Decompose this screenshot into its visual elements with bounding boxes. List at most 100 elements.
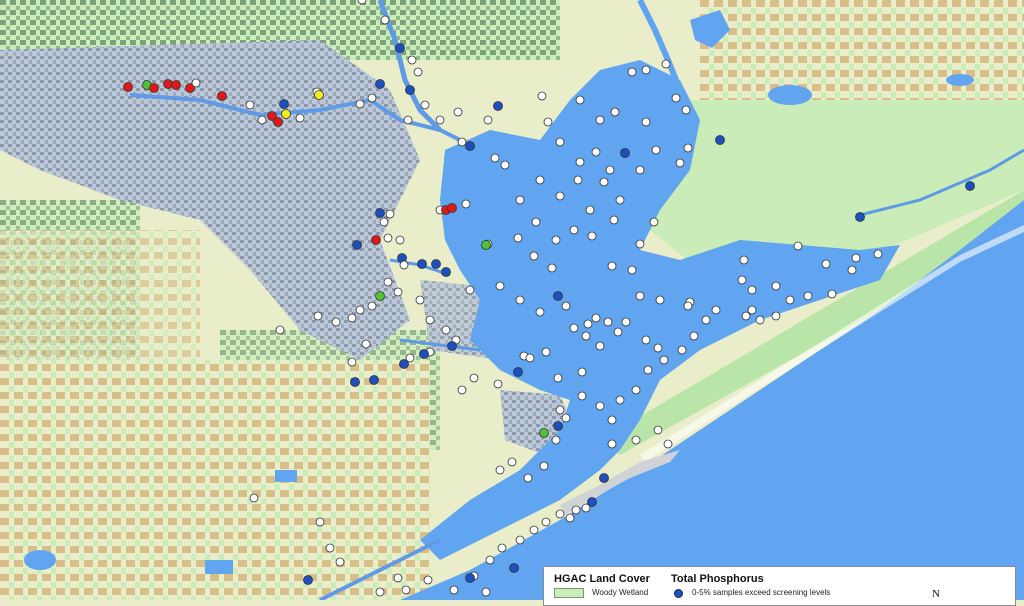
station-marker[interactable] — [279, 99, 289, 109]
station-marker[interactable] — [609, 215, 619, 225]
station-marker[interactable] — [335, 557, 345, 567]
station-marker[interactable] — [539, 428, 549, 438]
station-marker[interactable] — [655, 295, 665, 305]
station-marker[interactable] — [393, 287, 403, 297]
station-marker[interactable] — [379, 217, 389, 227]
station-marker[interactable] — [361, 339, 371, 349]
station-marker[interactable] — [555, 405, 565, 415]
station-marker[interactable] — [447, 341, 457, 351]
station-marker[interactable] — [595, 401, 605, 411]
station-marker[interactable] — [371, 235, 381, 245]
station-marker[interactable] — [355, 99, 365, 109]
station-marker[interactable] — [513, 367, 523, 377]
station-marker[interactable] — [515, 195, 525, 205]
station-marker[interactable] — [535, 307, 545, 317]
station-marker[interactable] — [855, 212, 865, 222]
station-marker[interactable] — [481, 240, 491, 250]
station-marker[interactable] — [407, 55, 417, 65]
station-marker[interactable] — [375, 79, 385, 89]
station-marker[interactable] — [535, 175, 545, 185]
station-marker[interactable] — [555, 509, 565, 519]
station-marker[interactable] — [469, 373, 479, 383]
station-marker[interactable] — [399, 260, 409, 270]
station-marker[interactable] — [523, 473, 533, 483]
station-marker[interactable] — [803, 291, 813, 301]
station-marker[interactable] — [627, 265, 637, 275]
station-marker[interactable] — [525, 353, 535, 363]
station-marker[interactable] — [873, 249, 883, 259]
station-marker[interactable] — [741, 311, 751, 321]
station-marker[interactable] — [420, 100, 430, 110]
station-marker[interactable] — [350, 377, 360, 387]
station-marker[interactable] — [677, 345, 687, 355]
station-marker[interactable] — [171, 80, 181, 90]
station-marker[interactable] — [375, 208, 385, 218]
station-marker[interactable] — [401, 585, 411, 595]
station-marker[interactable] — [681, 105, 691, 115]
station-marker[interactable] — [313, 311, 323, 321]
station-marker[interactable] — [659, 355, 669, 365]
station-marker[interactable] — [595, 115, 605, 125]
station-marker[interactable] — [621, 317, 631, 327]
station-marker[interactable] — [481, 587, 491, 597]
station-marker[interactable] — [541, 517, 551, 527]
station-marker[interactable] — [385, 209, 395, 219]
station-marker[interactable] — [493, 101, 503, 111]
station-marker[interactable] — [591, 147, 601, 157]
station-marker[interactable] — [599, 473, 609, 483]
land-cover-map[interactable] — [0, 0, 1024, 600]
station-marker[interactable] — [529, 525, 539, 535]
station-marker[interactable] — [553, 373, 563, 383]
station-marker[interactable] — [635, 239, 645, 249]
station-marker[interactable] — [537, 91, 547, 101]
station-marker[interactable] — [367, 301, 377, 311]
station-marker[interactable] — [575, 157, 585, 167]
station-marker[interactable] — [653, 425, 663, 435]
station-marker[interactable] — [380, 15, 390, 25]
station-marker[interactable] — [715, 135, 725, 145]
station-marker[interactable] — [419, 349, 429, 359]
station-marker[interactable] — [771, 311, 781, 321]
station-marker[interactable] — [649, 217, 659, 227]
station-marker[interactable] — [315, 517, 325, 527]
station-marker[interactable] — [607, 415, 617, 425]
station-marker[interactable] — [561, 413, 571, 423]
station-marker[interactable] — [553, 291, 563, 301]
station-marker[interactable] — [403, 115, 413, 125]
station-marker[interactable] — [577, 391, 587, 401]
station-marker[interactable] — [847, 265, 857, 275]
station-marker[interactable] — [569, 323, 579, 333]
station-marker[interactable] — [457, 137, 467, 147]
station-marker[interactable] — [513, 233, 523, 243]
station-marker[interactable] — [607, 261, 617, 271]
station-marker[interactable] — [595, 341, 605, 351]
station-marker[interactable] — [465, 573, 475, 583]
station-marker[interactable] — [573, 175, 583, 185]
station-marker[interactable] — [217, 91, 227, 101]
station-marker[interactable] — [331, 317, 341, 327]
station-marker[interactable] — [739, 255, 749, 265]
station-marker[interactable] — [827, 289, 837, 299]
station-marker[interactable] — [431, 259, 441, 269]
station-marker[interactable] — [793, 241, 803, 251]
station-marker[interactable] — [610, 107, 620, 117]
station-marker[interactable] — [599, 177, 609, 187]
station-marker[interactable] — [465, 141, 475, 151]
station-marker[interactable] — [395, 235, 405, 245]
station-marker[interactable] — [737, 275, 747, 285]
station-marker[interactable] — [495, 465, 505, 475]
station-marker[interactable] — [447, 203, 457, 213]
station-marker[interactable] — [607, 439, 617, 449]
station-marker[interactable] — [581, 331, 591, 341]
station-marker[interactable] — [561, 301, 571, 311]
station-marker[interactable] — [399, 359, 409, 369]
station-marker[interactable] — [395, 43, 405, 53]
station-marker[interactable] — [755, 315, 765, 325]
station-marker[interactable] — [641, 335, 651, 345]
station-marker[interactable] — [689, 331, 699, 341]
station-marker[interactable] — [591, 313, 601, 323]
station-marker[interactable] — [375, 291, 385, 301]
station-marker[interactable] — [771, 281, 781, 291]
station-marker[interactable] — [683, 143, 693, 153]
station-marker[interactable] — [587, 231, 597, 241]
